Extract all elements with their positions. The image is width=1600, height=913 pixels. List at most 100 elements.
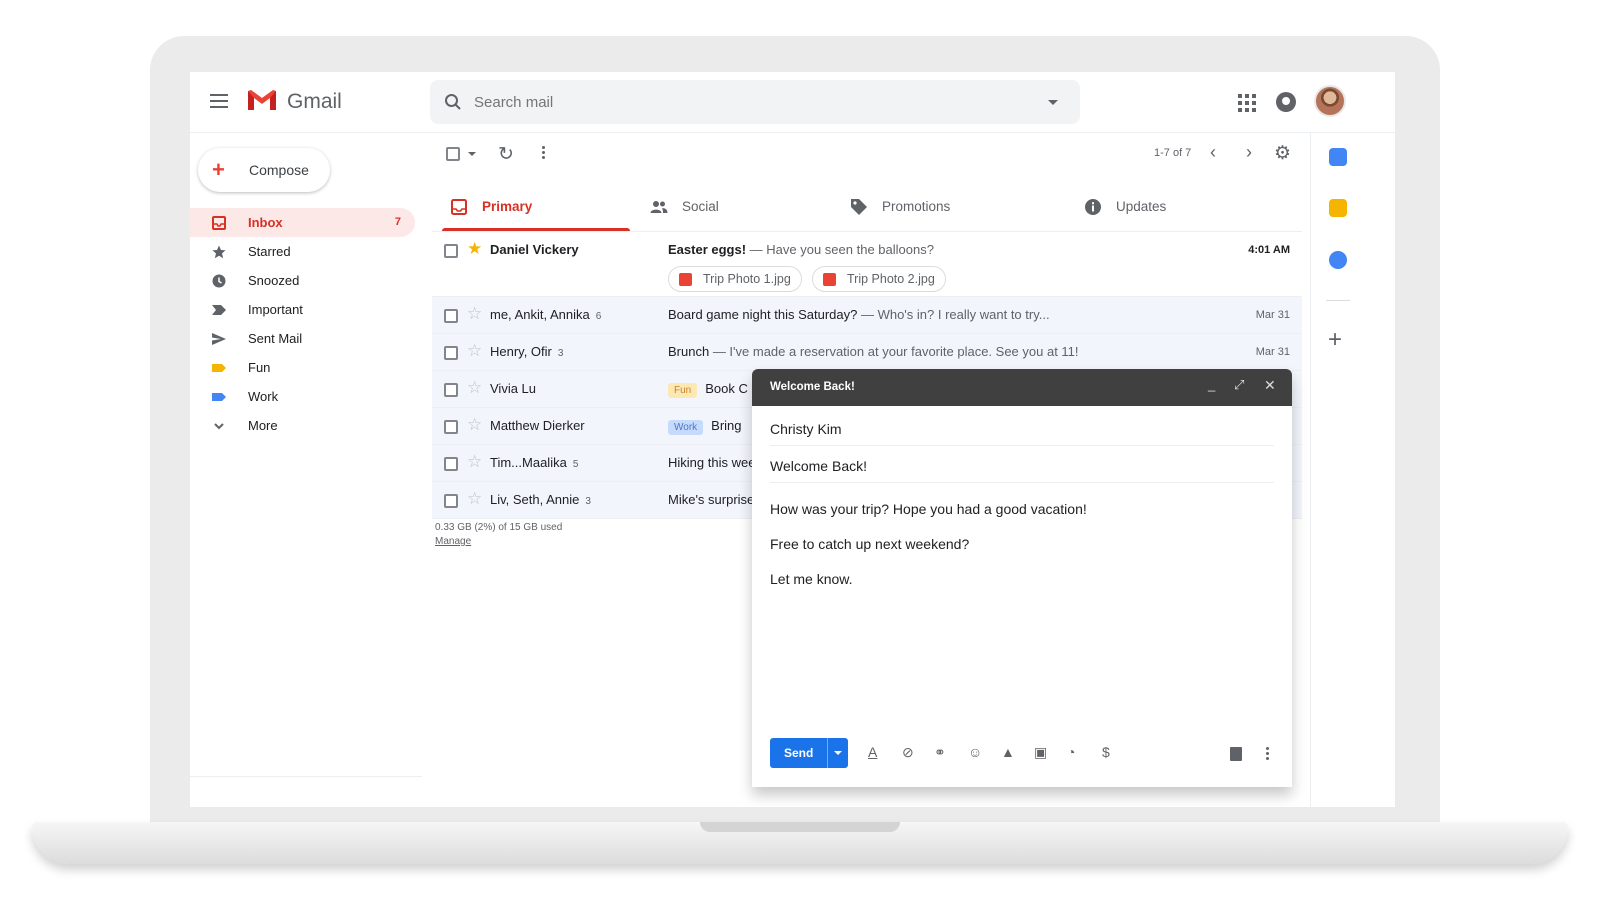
sidebar-nav: Inbox 7 Starred Snoozed Important Sent M… [190, 208, 415, 440]
email-sender: Liv, Seth, Annie3 [490, 492, 591, 507]
more-options-icon[interactable] [1266, 747, 1269, 762]
email-subject: Book C [705, 381, 748, 396]
subject-field[interactable]: Welcome Back! [770, 458, 867, 474]
search-options-icon[interactable] [1048, 100, 1058, 105]
body-line: Free to catch up next weekend? [770, 536, 1087, 552]
link-icon[interactable]: ⚭ [934, 744, 946, 760]
row-checkbox[interactable] [444, 457, 458, 471]
people-icon [650, 198, 668, 216]
attachment-chip[interactable]: Trip Photo 1.jpg [668, 266, 802, 292]
drive-icon[interactable]: ▲ [1001, 744, 1015, 760]
tab-primary[interactable]: Primary [442, 187, 630, 231]
message-body[interactable]: How was your trip? Hope you had a good v… [770, 501, 1087, 606]
thread-count: 5 [573, 459, 579, 470]
gear-icon[interactable]: ⚙ [1274, 142, 1291, 165]
side-panel-separator [1326, 300, 1350, 301]
row-checkbox[interactable] [444, 309, 458, 323]
sidebar-item-inbox[interactable]: Inbox 7 [190, 208, 415, 237]
row-checkbox[interactable] [444, 383, 458, 397]
attachment-name: Trip Photo 2.jpg [847, 272, 935, 286]
laptop-notch [700, 822, 900, 832]
emoji-icon[interactable]: ☺ [968, 744, 982, 760]
search-icon[interactable] [444, 93, 462, 111]
money-icon[interactable]: $ [1102, 744, 1110, 760]
star-icon [212, 245, 226, 259]
calendar-icon[interactable] [1329, 148, 1347, 166]
select-all-checkbox[interactable] [446, 147, 460, 161]
thread-count: 6 [596, 311, 602, 322]
tab-social[interactable]: Social [642, 187, 830, 231]
formatting-icon[interactable]: A [868, 744, 877, 760]
attach-icon[interactable]: ⊘ [902, 744, 914, 760]
photo-icon[interactable]: ▣ [1034, 744, 1047, 760]
sidebar-item-starred[interactable]: Starred [190, 237, 415, 266]
confidential-icon[interactable]: ◔ [1067, 744, 1075, 760]
email-row[interactable]: ☆ me, Ankit, Annika6 Board game night th… [432, 297, 1302, 334]
tag-icon [850, 198, 868, 216]
sidebar-item-more[interactable]: More [190, 411, 415, 440]
sender-names: Henry, Ofir [490, 344, 552, 359]
sidebar-item-label: Important [248, 302, 303, 317]
minimize-icon[interactable]: _ [1208, 377, 1215, 392]
email-row[interactable]: ☆ Henry, Ofir3 Brunch — I've made a rese… [432, 334, 1302, 371]
search-bar[interactable] [430, 80, 1080, 124]
label-icon [212, 390, 226, 404]
tasks-icon[interactable] [1329, 251, 1347, 269]
compose-header[interactable]: Welcome Back! _ ⤢ ✕ [752, 369, 1292, 406]
manage-storage-link[interactable]: Manage [435, 536, 471, 547]
star-icon[interactable]: ★ [467, 239, 482, 259]
tab-updates[interactable]: Updates [1076, 187, 1264, 231]
sidebar-item-label: Starred [248, 244, 291, 259]
image-icon [679, 273, 692, 286]
chevron-left-icon[interactable]: ‹ [1210, 142, 1216, 163]
attachment-chip[interactable]: Trip Photo 2.jpg [812, 266, 946, 292]
send-options-icon[interactable] [834, 751, 842, 755]
email-subject: Brunch [668, 344, 709, 359]
sidebar-item-fun[interactable]: Fun [190, 353, 415, 382]
category-tabs: Primary Social Promotions Updates [442, 187, 1302, 231]
star-outline-icon[interactable]: ☆ [467, 415, 482, 435]
star-outline-icon[interactable]: ☆ [467, 452, 482, 472]
send-button[interactable]: Send [770, 738, 848, 768]
keep-icon[interactable] [1329, 199, 1347, 217]
star-outline-icon[interactable]: ☆ [467, 341, 482, 361]
account-avatar[interactable] [1314, 85, 1346, 117]
notifications-icon[interactable] [1276, 92, 1296, 112]
trash-icon[interactable] [1230, 747, 1242, 761]
sidebar-item-sent[interactable]: Sent Mail [190, 324, 415, 353]
label-chip-fun[interactable]: Fun [668, 383, 697, 398]
search-input[interactable] [474, 90, 1034, 114]
add-addon-icon[interactable]: + [1328, 328, 1342, 352]
refresh-icon[interactable]: ↻ [498, 143, 514, 166]
compose-button[interactable]: + Compose [198, 148, 330, 192]
row-checkbox[interactable] [444, 346, 458, 360]
email-subject: Hiking this wee [668, 455, 755, 470]
app-name: Gmail [287, 90, 342, 114]
sidebar-item-work[interactable]: Work [190, 382, 415, 411]
main-menu-icon[interactable] [210, 94, 228, 108]
sidebar-item-snoozed[interactable]: Snoozed [190, 266, 415, 295]
row-checkbox[interactable] [444, 494, 458, 508]
row-checkbox[interactable] [444, 244, 458, 258]
star-outline-icon[interactable]: ☆ [467, 304, 482, 324]
recipient-field[interactable]: Christy Kim [770, 421, 842, 437]
email-sender: Henry, Ofir3 [490, 344, 563, 359]
thread-count: 3 [585, 496, 591, 507]
tab-label: Primary [482, 199, 532, 214]
email-row[interactable]: ★ Daniel Vickery Easter eggs! — Have you… [432, 232, 1302, 297]
close-icon[interactable]: ✕ [1264, 377, 1276, 394]
star-outline-icon[interactable]: ☆ [467, 378, 482, 398]
apps-grid-icon[interactable] [1238, 94, 1256, 112]
row-checkbox[interactable] [444, 420, 458, 434]
gmail-logo-icon [246, 88, 278, 112]
star-outline-icon[interactable]: ☆ [467, 489, 482, 509]
select-options-icon[interactable] [468, 152, 476, 156]
compose-label: Compose [249, 162, 309, 178]
chevron-right-icon[interactable]: › [1246, 142, 1252, 163]
sidebar-item-important[interactable]: Important [190, 295, 415, 324]
label-chip-work[interactable]: Work [668, 420, 703, 435]
expand-icon[interactable]: ⤢ [1234, 377, 1244, 393]
header-divider [190, 132, 1395, 133]
tab-promotions[interactable]: Promotions [842, 187, 1030, 231]
more-options-icon[interactable] [542, 146, 546, 161]
